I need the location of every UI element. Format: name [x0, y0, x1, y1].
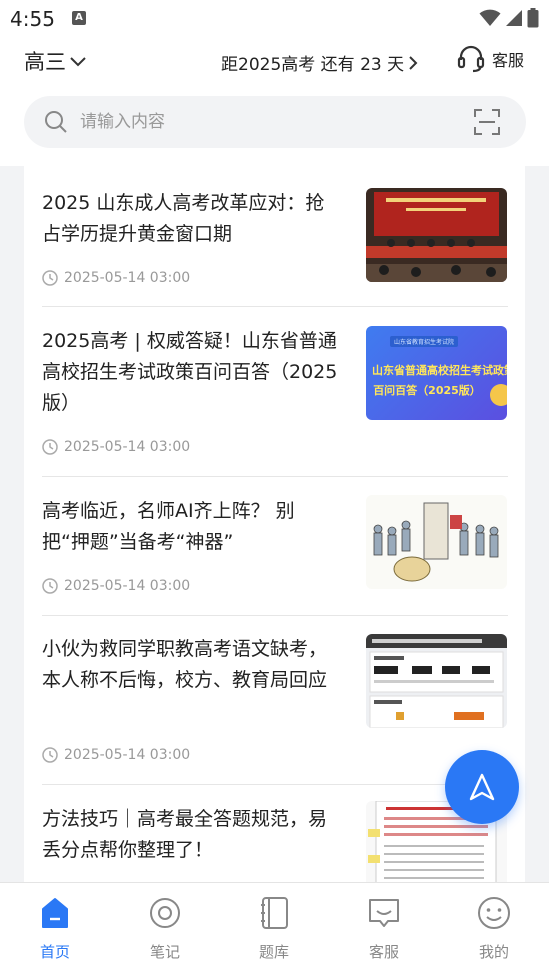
nav-label: 题库 [258, 943, 289, 961]
thumb-source: 山东省教育招生考试院 [390, 336, 459, 347]
status-time: 4:55 [10, 7, 55, 31]
nav-notes[interactable]: 笔记 [125, 895, 205, 965]
top-header: 高三 距2025高考 还有 23 天 客服 [0, 38, 549, 84]
navigate-arrow-icon [469, 773, 495, 801]
battery-icon [527, 8, 539, 28]
article-date: 2025-05-14 03:00 [42, 270, 190, 286]
service-label: 客服 [492, 51, 525, 70]
nav-label: 笔记 [149, 943, 180, 961]
article-thumbnail [366, 188, 507, 282]
nav-question-bank[interactable]: 题库 [234, 895, 314, 965]
nav-profile[interactable]: 我的 [454, 895, 534, 965]
nav-service[interactable]: 客服 [344, 895, 424, 965]
customer-service-button[interactable]: 客服 [456, 44, 524, 74]
home-icon [42, 898, 68, 928]
nav-label: 客服 [368, 943, 399, 961]
wifi-icon [479, 9, 501, 26]
article-date-text: 2025-05-14 03:00 [64, 270, 191, 286]
article-item[interactable]: 小伙为救同学职教高考语文缺考，本人称不后悔，校方、教育局回应 2025-05-1… [24, 616, 525, 785]
article-title: 2025高考 | 权威答疑！山东省普通高校招生考试政策百问百答（2025版） [42, 330, 338, 414]
search-input[interactable] [80, 96, 460, 148]
chevron-down-icon [70, 57, 86, 67]
chevron-right-icon [409, 55, 418, 70]
article-date: 2025-05-14 03:00 [42, 747, 190, 763]
status-bar: 4:55 A [0, 0, 549, 38]
thumb-headline: 山东省普通高校招生考试政策 [372, 364, 507, 377]
clock-icon [42, 270, 58, 286]
clock-icon [42, 439, 58, 455]
thumb-subheadline: 百问百答（2025版） [373, 384, 481, 397]
article-date-text: 2025-05-14 03:00 [64, 439, 191, 455]
nav-home[interactable]: 首页 [15, 895, 95, 965]
nav-label: 首页 [39, 943, 70, 961]
chat-icon [369, 899, 399, 927]
article-date-text: 2025-05-14 03:00 [64, 578, 191, 594]
article-item[interactable]: 2025高考 | 权威答疑！山东省普通高校招生考试政策百问百答（2025版） 2… [24, 307, 525, 477]
headset-icon [457, 45, 485, 73]
search-bar [24, 96, 526, 148]
article-date-text: 2025-05-14 03:00 [64, 747, 191, 763]
notification-icon: A [72, 11, 86, 25]
profile-icon [478, 897, 510, 929]
countdown-text: 距2025高考 还有 23 天 [221, 55, 405, 75]
grade-selector[interactable]: 高三 [24, 46, 88, 76]
article-title: 高考临近，名师AI齐上阵？ 别把“押题”当备考“神器” [42, 500, 295, 553]
notes-icon [150, 898, 180, 928]
question-bank-icon [261, 897, 288, 929]
article-title: 2025 山东成人高考改革应对：抢占学历提升黄金窗口期 [42, 192, 325, 245]
cartoon-illustration-image [373, 502, 499, 582]
search-icon [45, 111, 67, 133]
article-thumbnail [366, 495, 507, 589]
floating-action-button[interactable] [445, 750, 519, 824]
article-thumbnail: 山东省教育招生考试院 山东省普通高校招生考试政策 百问百答（2025版） [366, 326, 507, 420]
meeting-photo-image [366, 188, 507, 282]
scan-icon[interactable] [474, 109, 500, 135]
bottom-navigation: 首页 笔记 题库 客服 我的 [0, 882, 549, 976]
status-indicators [479, 8, 539, 28]
grade-label: 高三 [24, 50, 66, 74]
data-screenshot-image [366, 634, 507, 728]
article-thumbnail [366, 634, 507, 728]
article-item[interactable]: 高考临近，名师AI齐上阵？ 别把“押题”当备考“神器” 2025-05-14 0… [24, 477, 525, 616]
exam-countdown[interactable]: 距2025高考 还有 23 天 [221, 50, 418, 75]
signal-icon [506, 10, 522, 26]
nav-label: 我的 [478, 943, 509, 961]
article-title: 小伙为救同学职教高考语文缺考，本人称不后悔，校方、教育局回应 [42, 638, 328, 691]
article-item[interactable]: 2025 山东成人高考改革应对：抢占学历提升黄金窗口期 2025-05-14 0… [24, 166, 525, 307]
article-date: 2025-05-14 03:00 [42, 578, 190, 594]
clock-icon [42, 578, 58, 594]
article-title: 方法技巧｜高考最全答题规范，易丢分点帮你整理了！ [42, 808, 328, 861]
clock-icon [42, 747, 58, 763]
article-date: 2025-05-14 03:00 [42, 439, 190, 455]
